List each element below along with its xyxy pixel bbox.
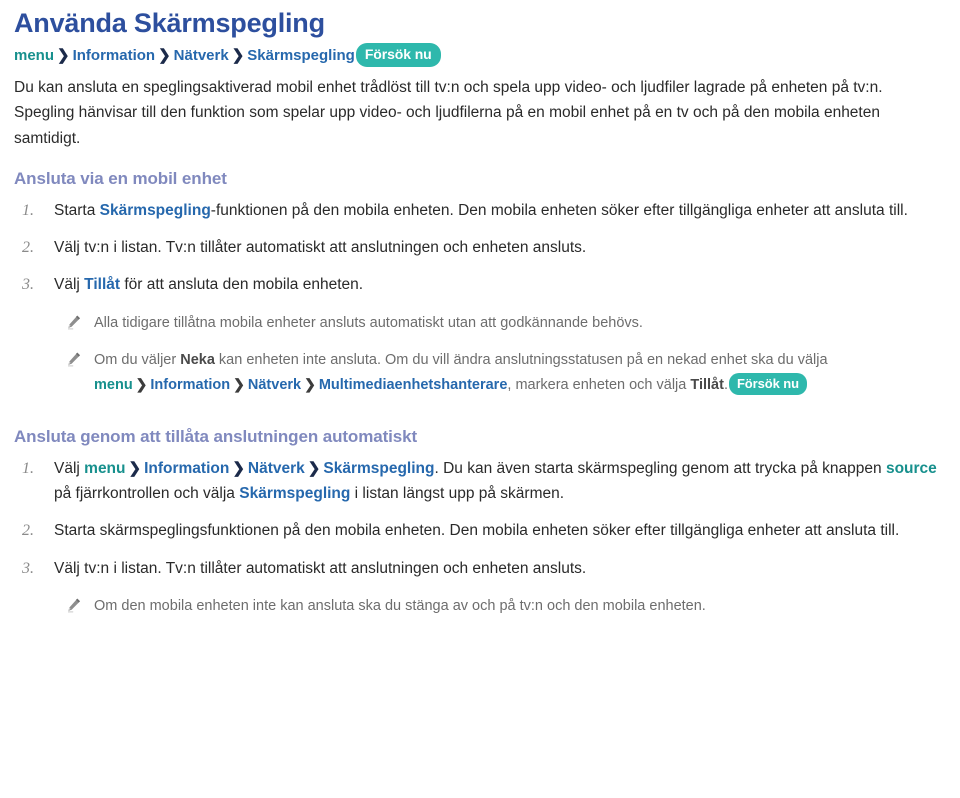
list-item-text: Välj tv:n i listan. Tv:n tillåter automa… xyxy=(54,559,587,577)
section-heading-auto-connect: Ansluta genom att tillåta anslutningen a… xyxy=(14,427,418,447)
note-text-end: . xyxy=(723,376,728,393)
breadcrumb-item-multimediaenhetshanterare[interactable]: Multimediaenhetshanterare xyxy=(319,377,508,393)
chevron-right-icon: ❯ xyxy=(158,47,171,65)
chevron-right-icon: ❯ xyxy=(307,460,321,478)
breadcrumb-item-skarmspegling[interactable]: Skärmspegling xyxy=(247,47,355,64)
page-title: Använda Skärmspegling xyxy=(14,8,325,38)
note-text-mid: , markera enheten och välja xyxy=(507,376,691,393)
breadcrumb-item-information[interactable]: Information xyxy=(144,460,229,477)
breadcrumb-item-menu[interactable]: menu xyxy=(14,47,54,64)
list-item-text-post: -funktionen på den mobila enheten. Den m… xyxy=(210,202,908,220)
steps-list-section2: 1. Välj menu ❯ Information ❯ Nätverk ❯ Skärmspe… xyxy=(14,456,946,581)
intro-paragraph: Du kan ansluta en speglingsaktiverad mob… xyxy=(14,78,883,147)
chevron-right-icon: ❯ xyxy=(231,47,245,65)
pencil-icon xyxy=(66,351,82,367)
keyword-neka[interactable]: Neka xyxy=(180,352,215,368)
list-item-number: 2. xyxy=(22,239,34,257)
chevron-right-icon: ❯ xyxy=(233,375,245,392)
list-item: 1. Välj menu ❯ Information ❯ Nätverk ❯ Skärmspe… xyxy=(14,456,946,506)
steps-list-section1: 1. Starta Skärmspegling-funktionen på den… xyxy=(14,198,946,297)
list-item-number: 3. xyxy=(22,559,34,577)
list-item-text-end: i listan längst upp på skärmen. xyxy=(350,485,565,503)
list-item-number: 1. xyxy=(22,460,34,478)
note-item: Om du väljer Neka kan enheten inte anslu… xyxy=(14,349,946,397)
list-item-text-pre: Starta xyxy=(54,202,100,220)
list-item-text-mid: . Du kan även starta skärmspegling genom… xyxy=(434,460,886,478)
list-item-text-pre: Välj xyxy=(54,460,85,478)
list-item: 2. Starta skärmspeglingsfunktionen på den… xyxy=(14,518,946,543)
chevron-right-icon: ❯ xyxy=(128,460,142,478)
keyword-tillat[interactable]: Tillåt xyxy=(690,377,724,393)
breadcrumb-item-skarmspegling[interactable]: Skärmspegling xyxy=(323,460,434,477)
pencil-icon xyxy=(66,597,82,613)
try-now-badge[interactable]: Försök nu xyxy=(728,372,807,395)
note-item: Alla tidigare tillåtna mobila enheter an… xyxy=(14,312,946,335)
chevron-right-icon: ❯ xyxy=(57,47,70,65)
chevron-right-icon: ❯ xyxy=(304,375,316,392)
list-item: 3. Välj Tillåt för att ansluta den mobila… xyxy=(14,272,946,297)
breadcrumb-item-natverk[interactable]: Nätverk xyxy=(174,47,229,64)
note-text-post: kan enheten inte ansluta. Om du vill änd… xyxy=(214,352,828,369)
note-text: Alla tidigare tillåtna mobila enheter an… xyxy=(94,314,643,331)
list-item-text-post: för att ansluta den mobila enheten. xyxy=(120,276,364,294)
chevron-right-icon: ❯ xyxy=(135,375,148,392)
document-page: Använda Skärmspegling menu ❯ Information ❯ N… xyxy=(0,0,960,618)
keyword-source[interactable]: source xyxy=(886,460,937,477)
list-item-text-mid2: på fjärrkontrollen och välja xyxy=(54,485,240,503)
list-item: 2. Välj tv:n i listan. Tv:n tillåter auto… xyxy=(14,235,946,260)
breadcrumb-item-menu[interactable]: menu xyxy=(84,460,125,477)
list-item-number: 2. xyxy=(22,522,34,540)
list-item-number: 3. xyxy=(22,276,34,294)
pencil-icon xyxy=(66,314,82,330)
list-item-text-pre: Välj xyxy=(54,276,85,294)
note-breadcrumb: menu ❯ Information ❯ Nätverk ❯ Multimediaenhet… xyxy=(94,372,946,397)
breadcrumb-item-information[interactable]: Information xyxy=(150,377,230,393)
try-now-badge[interactable]: Försök nu xyxy=(355,43,441,68)
keyword-tillat[interactable]: Tillåt xyxy=(84,276,120,293)
keyword-skarmspegling[interactable]: Skärmspegling xyxy=(239,485,350,502)
list-item-text: Starta skärmspeglingsfunktionen på den m… xyxy=(54,522,900,540)
breadcrumb-item-information[interactable]: Information xyxy=(73,47,156,64)
note-text: Om den mobila enheten inte kan ansluta s… xyxy=(94,597,706,614)
list-item: 3. Välj tv:n i listan. Tv:n tillåter auto… xyxy=(14,556,946,581)
keyword-skarmspegling[interactable]: Skärmspegling xyxy=(100,202,211,219)
section-heading-connect-mobile: Ansluta via en mobil enhet xyxy=(14,169,227,189)
list-item-number: 1. xyxy=(22,202,34,220)
breadcrumb-item-menu[interactable]: menu xyxy=(94,377,133,393)
list-item: 1. Starta Skärmspegling-funktionen på den… xyxy=(14,198,946,223)
chevron-right-icon: ❯ xyxy=(232,460,245,478)
note-text-pre: Om du väljer xyxy=(94,352,181,369)
list-item-text: Välj tv:n i listan. Tv:n tillåter automa… xyxy=(54,239,587,257)
breadcrumb-item-natverk[interactable]: Nätverk xyxy=(248,460,305,477)
note-item: Om den mobila enheten inte kan ansluta s… xyxy=(14,595,946,618)
breadcrumb: menu ❯ Information ❯ Nätverk ❯ Skärmspegling Fö… xyxy=(14,43,946,68)
breadcrumb-item-natverk[interactable]: Nätverk xyxy=(248,377,301,393)
